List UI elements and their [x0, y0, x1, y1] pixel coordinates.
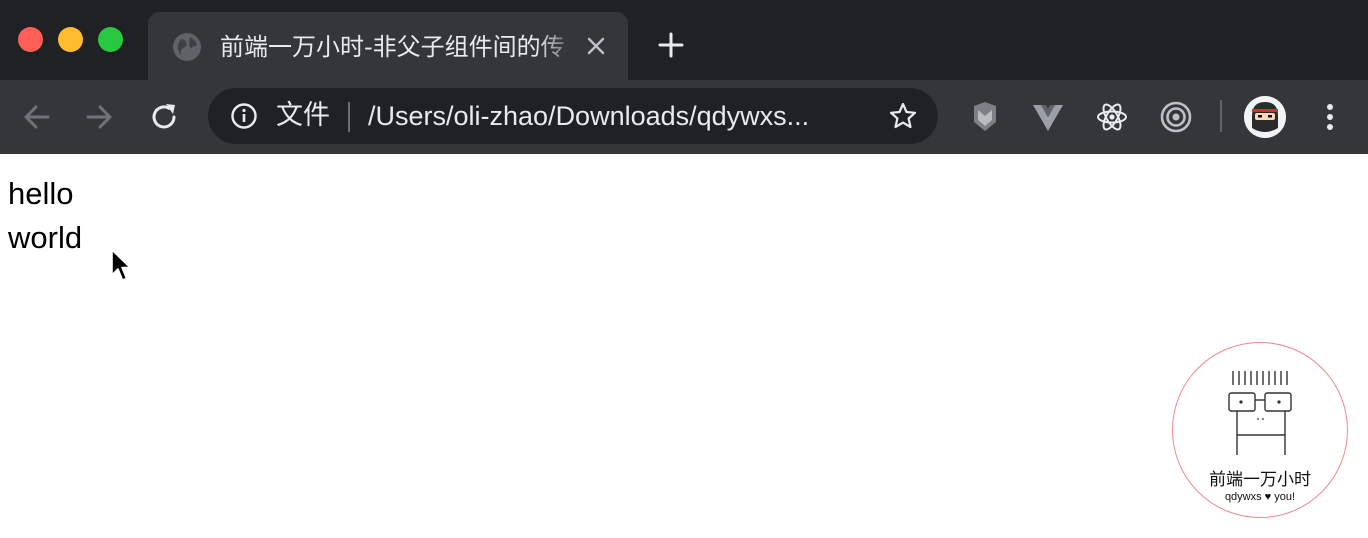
- arrow-right-icon[interactable]: [82, 100, 116, 134]
- tab-title: 前端一万小时-非父子组件间的传: [220, 33, 565, 61]
- window-zoom-button[interactable]: [98, 27, 123, 52]
- avatar[interactable]: [1244, 96, 1286, 138]
- text-line-hello: hello: [8, 176, 74, 211]
- star-icon[interactable]: [888, 101, 918, 131]
- page-content: hello world 前端一万小时 qdywxs ♥ you!: [0, 154, 1368, 538]
- react-devtools-icon[interactable]: [1095, 100, 1129, 134]
- url-text[interactable]: /Users/oli-zhao/Downloads/qdywxs...: [368, 99, 868, 133]
- arrow-left-icon[interactable]: [20, 100, 54, 134]
- tab-strip: 前端一万小时-非父子组件间的传: [0, 0, 1368, 80]
- close-icon[interactable]: [584, 34, 608, 58]
- geek-mascot-icon: [1228, 371, 1292, 455]
- mouse-cursor-icon: [111, 249, 131, 281]
- text-line-world: world: [8, 220, 83, 255]
- watermark-subtitle: qdywxs ♥ you!: [1224, 491, 1296, 503]
- shield-extension-icon[interactable]: [968, 100, 1002, 134]
- plus-icon[interactable]: [656, 30, 686, 60]
- reload-icon[interactable]: [147, 100, 181, 134]
- window-minimize-button[interactable]: [58, 27, 83, 52]
- globe-icon: [173, 33, 201, 61]
- kebab-menu-icon[interactable]: [1316, 100, 1344, 134]
- browser-toolbar: 文件 /Users/oli-zhao/Downloads/qdywxs...: [0, 80, 1368, 154]
- vue-devtools-icon[interactable]: [1031, 100, 1065, 134]
- ninja-avatar-icon: [1244, 96, 1286, 138]
- info-icon[interactable]: [230, 102, 258, 130]
- scheme-label: 文件: [276, 100, 330, 131]
- window-close-button[interactable]: [18, 27, 43, 52]
- watermark-badge: 前端一万小时 qdywxs ♥ you!: [1172, 342, 1348, 518]
- omnibox-divider: [348, 102, 350, 132]
- toolbar-divider: [1220, 100, 1222, 132]
- browser-tab-active[interactable]: 前端一万小时-非父子组件间的传: [148, 12, 628, 80]
- target-extension-icon[interactable]: [1159, 100, 1193, 134]
- address-bar[interactable]: 文件 /Users/oli-zhao/Downloads/qdywxs...: [208, 88, 938, 144]
- watermark-title: 前端一万小时: [1209, 470, 1311, 490]
